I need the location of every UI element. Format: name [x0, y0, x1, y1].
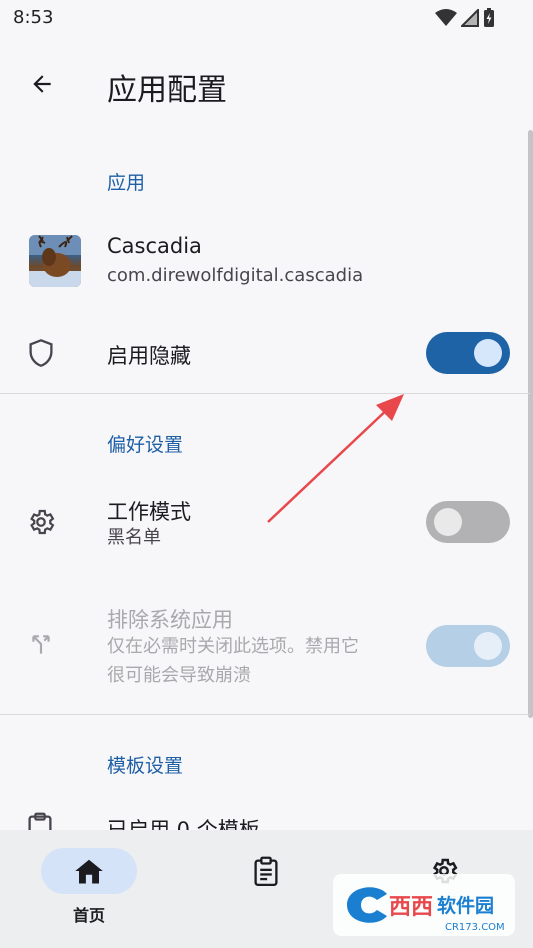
svg-text:CR173.COM: CR173.COM	[445, 922, 505, 933]
nav-item-home[interactable]: 首页	[41, 848, 137, 926]
svg-text:西西: 西西	[389, 895, 433, 920]
home-icon	[75, 859, 103, 884]
svg-text:软件园: 软件园	[437, 894, 494, 917]
watermark-logo: 西西 软件园 CR173.COM	[333, 872, 515, 938]
clipboard-icon	[254, 856, 278, 886]
nav-home-indicator	[41, 848, 137, 894]
nav-home-label: 首页	[72, 906, 105, 925]
nav-item-templates[interactable]	[218, 848, 314, 894]
nav-templates-indicator	[218, 848, 314, 894]
annotation-arrow	[267, 394, 404, 523]
